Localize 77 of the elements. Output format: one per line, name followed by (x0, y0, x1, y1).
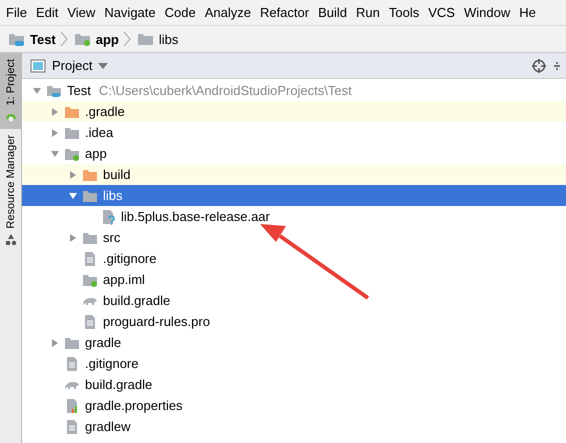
menu-item[interactable]: File (4, 5, 34, 20)
module-folder-icon (74, 31, 92, 47)
menu-item[interactable]: VCS (426, 5, 462, 20)
dropdown-arrow-icon[interactable] (98, 62, 108, 68)
tree-item-label: Test (67, 83, 91, 98)
tree-row[interactable]: build.gradle (22, 374, 566, 395)
tree-item-label: app (85, 146, 107, 161)
tree-item-label: .gitignore (103, 251, 156, 266)
menu-item[interactable]: Edit (34, 5, 66, 20)
tree-row[interactable]: app (22, 143, 566, 164)
menu-item[interactable]: Code (162, 5, 203, 20)
tree-row[interactable]: gradlew (22, 416, 566, 437)
expand-arrow-icon[interactable] (50, 338, 60, 348)
tree-item-label: .gitignore (85, 356, 138, 371)
tree-item-label: build.gradle (103, 293, 170, 308)
menu-item[interactable]: View (65, 5, 102, 20)
tree-item-label: build.gradle (85, 377, 152, 392)
menu-item[interactable]: Navigate (102, 5, 163, 20)
menu-item[interactable]: Refactor (258, 5, 316, 20)
tree-row[interactable]: proguard-rules.pro (22, 311, 566, 332)
properties-file-icon (64, 398, 80, 414)
panel-title[interactable]: Project (52, 58, 92, 73)
collapse-arrow-icon[interactable] (32, 86, 42, 96)
tree-row[interactable]: .idea (22, 122, 566, 143)
collapse-arrow-icon[interactable] (68, 190, 78, 200)
tree-row[interactable]: build.gradle (22, 290, 566, 311)
text-file-icon (64, 418, 80, 434)
tree-row[interactable]: app.iml (22, 269, 566, 290)
chevron-icon (60, 31, 68, 47)
tree-row[interactable]: src (22, 227, 566, 248)
tree-item-label: libs (103, 188, 123, 203)
collapse-arrow-icon[interactable] (50, 148, 60, 158)
tree-item-label: gradle.properties (85, 398, 183, 413)
tree-item-label: gradlew (85, 419, 131, 434)
side-tab[interactable]: 1: Project (0, 53, 21, 130)
tree-item-label: gradle (85, 335, 122, 350)
project-path: C:\Users\cuberk\AndroidStudioProjects\Test (98, 83, 352, 98)
expand-arrow-icon[interactable] (50, 128, 60, 138)
tree-row[interactable]: gradle (22, 332, 566, 353)
tree-row[interactable]: libs (22, 185, 566, 206)
tree-item-label: build (103, 167, 130, 182)
expand-arrow-icon[interactable] (68, 232, 78, 242)
tree-row[interactable]: .gitignore (22, 353, 566, 374)
window-icon (30, 58, 46, 72)
unknown-file-icon (100, 208, 116, 224)
tree-item-label: src (103, 230, 120, 245)
text-file-icon (64, 356, 80, 372)
tree-row[interactable]: build (22, 164, 566, 185)
expand-arrow-icon[interactable] (68, 170, 78, 180)
menu-item[interactable]: Tools (386, 5, 426, 20)
menu-item[interactable]: Analyze (202, 5, 258, 20)
text-file-icon (82, 250, 98, 266)
chevron-icon (122, 31, 131, 47)
tree-row[interactable]: .gradle (22, 101, 566, 122)
tree-row[interactable]: lib.5plus.base-release.aar (22, 206, 566, 227)
expand-arrow-icon[interactable] (50, 106, 60, 116)
tree-row[interactable]: gradle.properties (22, 395, 566, 416)
project-folder-icon (8, 31, 26, 47)
tree-item-label: lib.5plus.base-release.aar (121, 209, 270, 224)
tree-row[interactable]: Test C:\Users\cuberk\AndroidStudioProjects\Test (22, 80, 566, 101)
tree-item-label: .idea (85, 125, 114, 140)
menu-item[interactable]: Build (316, 5, 354, 20)
tree-item-label: app.iml (103, 272, 145, 287)
tree-item-label: .gradle (85, 104, 125, 119)
crosshair-icon[interactable] (532, 58, 546, 72)
breadcrumb-item[interactable]: app (96, 32, 119, 46)
breadcrumb-item[interactable]: Test (30, 32, 56, 46)
side-tab[interactable]: Resource Manager (0, 129, 21, 254)
menu-item[interactable]: He (517, 5, 543, 20)
menu-item[interactable]: Window (462, 5, 518, 20)
breadcrumb-item[interactable]: libs (158, 32, 178, 46)
shapes-icon (4, 233, 18, 248)
text-file-icon (82, 314, 98, 330)
menu-item[interactable]: Run (354, 5, 387, 20)
folder-icon (136, 31, 155, 47)
tree-row[interactable]: .gitignore (22, 248, 566, 269)
tree-item-label: proguard-rules.pro (103, 314, 210, 329)
